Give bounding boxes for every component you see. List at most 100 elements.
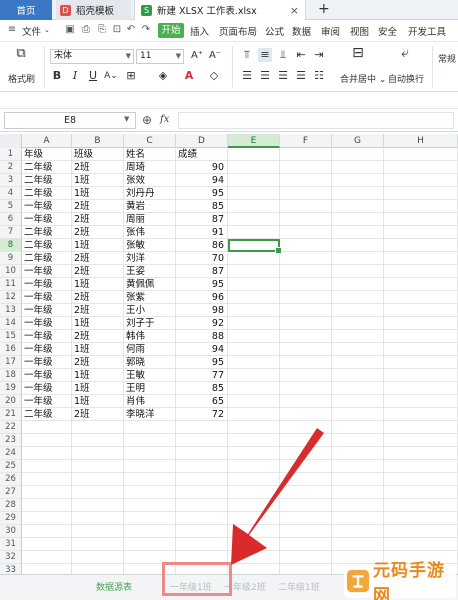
cell-f12[interactable] [280,291,332,304]
cell-a5[interactable]: 一年级 [22,200,72,213]
cell-f17[interactable] [280,356,332,369]
menu-insert[interactable]: 插入 [190,24,209,38]
cell-b15[interactable]: 2班 [72,330,124,343]
cell-e4[interactable] [228,187,280,200]
cell-c23[interactable] [124,434,176,447]
cell-e13[interactable] [228,304,280,317]
cell-h31[interactable] [384,538,458,551]
cell-d27[interactable] [176,486,228,499]
cell-h4[interactable] [384,187,458,200]
row-header[interactable]: 22 [0,421,22,434]
cell-a27[interactable] [22,486,72,499]
cell-d10[interactable]: 87 [176,265,228,278]
cell-e1[interactable] [228,148,280,161]
cell-c14[interactable]: 刘子于 [124,317,176,330]
column-header-a[interactable]: A [22,134,72,148]
cell-h7[interactable] [384,226,458,239]
cell-b17[interactable]: 2班 [72,356,124,369]
cell-d26[interactable] [176,473,228,486]
cell-d23[interactable] [176,434,228,447]
spreadsheet-grid[interactable]: ABCDEFGH 1 年级 班级 姓名 成绩 2 二年级 2班 周琦 90 3 二年级 1班 张效 94 4 二… [0,134,458,574]
cell-f21[interactable] [280,408,332,421]
cell-a28[interactable] [22,499,72,512]
cell-e2[interactable] [228,161,280,174]
row-header[interactable]: 7 [0,226,22,239]
row-header[interactable]: 6 [0,213,22,226]
cell-e5[interactable] [228,200,280,213]
cell-c12[interactable]: 张紫 [124,291,176,304]
cell-d30[interactable] [176,525,228,538]
cell-h19[interactable] [384,382,458,395]
align-right-icon[interactable]: ☰ [276,69,290,83]
row-header[interactable]: 23 [0,434,22,447]
cell-h21[interactable] [384,408,458,421]
cell-g18[interactable] [332,369,384,382]
cell-d22[interactable] [176,421,228,434]
cell-a19[interactable]: 一年级 [22,382,72,395]
cell-f15[interactable] [280,330,332,343]
cell-a33[interactable] [22,564,72,574]
cell-f10[interactable] [280,265,332,278]
increase-indent-icon[interactable]: ⇥ [312,48,326,62]
cell-h16[interactable] [384,343,458,356]
sheet-tab-grade1-class1[interactable]: 一年级1班 [170,580,212,596]
cell-c11[interactable]: 黄佩佩 [124,278,176,291]
cell-g16[interactable] [332,343,384,356]
cell-f13[interactable] [280,304,332,317]
increase-font-icon[interactable]: A⁺ [190,49,204,63]
cell-h9[interactable] [384,252,458,265]
cell-f18[interactable] [280,369,332,382]
cell-g23[interactable] [332,434,384,447]
cell-g30[interactable] [332,525,384,538]
tab-template[interactable]: D 稻壳模板 [56,0,131,20]
cell-a16[interactable]: 一年级 [22,343,72,356]
sheet-tab-source[interactable]: 数据源表 [96,580,132,596]
row-header[interactable]: 28 [0,499,22,512]
row-header[interactable]: 14 [0,317,22,330]
cell-e32[interactable] [228,551,280,564]
cell-d9[interactable]: 70 [176,252,228,265]
row-header[interactable]: 29 [0,512,22,525]
cell-c16[interactable]: 何雨 [124,343,176,356]
row-header[interactable]: 8 [0,239,22,252]
cell-g10[interactable] [332,265,384,278]
cell-b25[interactable] [72,460,124,473]
cell-d29[interactable] [176,512,228,525]
cell-c25[interactable] [124,460,176,473]
cell-f19[interactable] [280,382,332,395]
cell-g27[interactable] [332,486,384,499]
cell-a9[interactable]: 二年级 [22,252,72,265]
align-bottom-icon[interactable]: ⫫ [276,48,290,62]
cell-h28[interactable] [384,499,458,512]
cell-f1[interactable] [280,148,332,161]
cell-h6[interactable] [384,213,458,226]
row-header[interactable]: 33 [0,564,22,574]
cell-b1[interactable]: 班级 [72,148,124,161]
cell-c22[interactable] [124,421,176,434]
chevron-down-icon[interactable]: ⌄ [44,26,50,34]
cell-c33[interactable] [124,564,176,574]
align-middle-icon[interactable]: ≡ [258,48,272,62]
cell-c19[interactable]: 王明 [124,382,176,395]
cell-d14[interactable]: 92 [176,317,228,330]
cell-b13[interactable]: 2班 [72,304,124,317]
cell-d24[interactable] [176,447,228,460]
distribute-icon[interactable]: ☷ [312,69,326,83]
cell-b20[interactable]: 1班 [72,395,124,408]
search-icon[interactable]: ⊕ [142,113,152,127]
cell-b18[interactable]: 1班 [72,369,124,382]
cell-f16[interactable] [280,343,332,356]
cell-e28[interactable] [228,499,280,512]
cell-e15[interactable] [228,330,280,343]
cell-c15[interactable]: 韩伟 [124,330,176,343]
cell-d18[interactable]: 77 [176,369,228,382]
cell-f5[interactable] [280,200,332,213]
cell-h30[interactable] [384,525,458,538]
row-header[interactable]: 26 [0,473,22,486]
cell-h17[interactable] [384,356,458,369]
cell-h14[interactable] [384,317,458,330]
cell-h22[interactable] [384,421,458,434]
row-header[interactable]: 5 [0,200,22,213]
row-header[interactable]: 9 [0,252,22,265]
cell-c28[interactable] [124,499,176,512]
